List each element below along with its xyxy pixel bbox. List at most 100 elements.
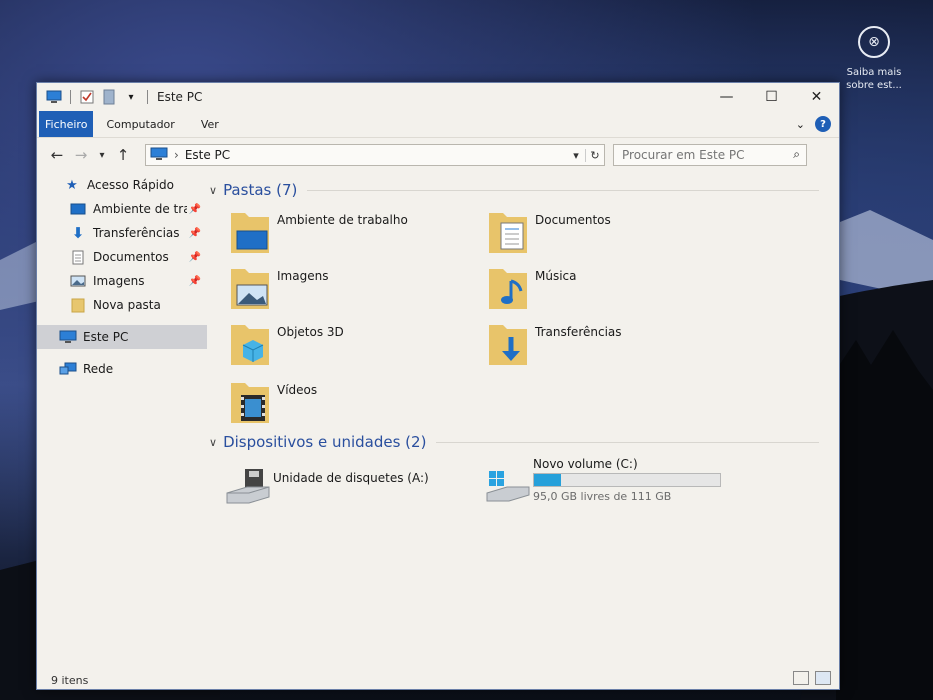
drive-tile-floppy[interactable]: Unidade de disquetes (A:) xyxy=(225,467,429,513)
address-location: Este PC xyxy=(184,148,231,162)
this-pc-icon[interactable] xyxy=(45,89,63,105)
tab-view[interactable]: Ver xyxy=(188,111,232,137)
minimize-button[interactable]: — xyxy=(704,83,749,111)
nav-item-desktop[interactable]: Ambiente de trabalho 📌 xyxy=(37,197,207,221)
details-view-icon[interactable] xyxy=(793,671,809,685)
drive-usage-fill xyxy=(534,474,561,486)
back-arrow-icon[interactable]: ← xyxy=(45,146,69,164)
breadcrumb-chevron-icon[interactable]: › xyxy=(174,148,179,162)
nav-label: Transferências xyxy=(93,226,180,240)
nav-label: Acesso Rápido xyxy=(87,178,174,192)
search-icon[interactable]: ⌕ xyxy=(793,147,800,162)
quick-access-toolbar: ▾ xyxy=(45,89,151,105)
address-bar[interactable]: › Este PC ▾ ↻ xyxy=(145,144,605,166)
desktop-notification[interactable]: ⊗ Saiba mais sobre est... xyxy=(836,26,912,92)
nav-item-this-pc[interactable]: Este PC xyxy=(37,325,207,349)
folder-label: Imagens xyxy=(277,269,329,283)
file-explorer-window: ▾ Este PC — ☐ ✕ Ficheiro Computador Ver … xyxy=(36,82,840,690)
folder-tile-pictures[interactable]: Imagens xyxy=(229,265,328,311)
nav-quick-access[interactable]: ★ Acesso Rápido xyxy=(37,173,207,197)
tab-file[interactable]: Ficheiro xyxy=(39,111,94,137)
collapse-chevron-icon[interactable]: ∨ xyxy=(209,184,217,197)
drive-free-space: 95,0 GB livres de 111 GB xyxy=(533,490,672,503)
pin-icon[interactable]: 📌 xyxy=(189,228,201,239)
drive-label: Novo volume (C:) xyxy=(533,457,638,471)
group-divider xyxy=(436,441,819,443)
folder-tile-desktop[interactable]: Ambiente de trabalho xyxy=(229,209,408,255)
drive-tile-c[interactable]: Novo volume (C:) 95,0 GB livres de 111 G… xyxy=(485,457,721,511)
drive-usage-bar xyxy=(533,473,721,487)
floppy-drive-icon xyxy=(225,467,270,513)
folder-tile-downloads[interactable]: Transferências xyxy=(487,321,622,367)
nav-item-network[interactable]: Rede xyxy=(37,357,207,381)
window-title: Este PC xyxy=(157,90,203,104)
group-header-folders[interactable]: ∨ Pastas (7) xyxy=(209,181,819,199)
folder-tile-documents[interactable]: Documentos xyxy=(487,209,611,255)
pictures-icon xyxy=(69,273,87,289)
group-divider xyxy=(307,189,819,191)
content-pane: ∨ Pastas (7) Ambiente de trabalho Docume… xyxy=(207,175,827,655)
navigation-bar: ← → ▾ ↑ › Este PC ▾ ↻ ⌕ xyxy=(37,138,839,172)
large-icons-view-icon[interactable] xyxy=(815,671,831,685)
download-icon: ⬇ xyxy=(71,224,85,242)
ribbon-tabs: Ficheiro Computador Ver ⌄ ? xyxy=(37,111,839,138)
toolbar-separator xyxy=(70,90,71,104)
forward-arrow-icon[interactable]: → xyxy=(69,146,93,164)
view-toggle xyxy=(793,671,831,685)
folder-label: Documentos xyxy=(535,213,611,227)
folder-label: Ambiente de trabalho xyxy=(277,213,408,227)
window-controls: — ☐ ✕ xyxy=(704,83,839,111)
refresh-icon[interactable]: ↻ xyxy=(585,148,604,162)
help-icon[interactable]: ? xyxy=(815,116,831,132)
nav-item-documents[interactable]: Documentos 📌 xyxy=(37,245,207,269)
network-icon xyxy=(59,361,77,377)
folder-tile-music[interactable]: Música xyxy=(487,265,577,311)
desktop-folder-icon xyxy=(229,209,271,255)
folder-tile-videos[interactable]: Vídeos xyxy=(229,379,317,425)
drive-details: Novo volume (C:) 95,0 GB livres de 111 G… xyxy=(533,457,721,503)
documents-folder-icon xyxy=(487,209,529,255)
pin-icon[interactable]: 📌 xyxy=(189,204,201,215)
star-icon: ★ xyxy=(66,177,78,193)
pin-icon[interactable]: 📌 xyxy=(189,276,201,287)
new-folder-icon[interactable] xyxy=(100,89,118,105)
folder-tile-3d-objects[interactable]: Objetos 3D xyxy=(229,321,344,367)
nav-label: Ambiente de trabalho xyxy=(93,202,187,216)
status-item-count: 9 itens xyxy=(51,674,89,687)
videos-folder-icon xyxy=(229,379,271,425)
expand-ribbon-chevron-icon[interactable]: ⌄ xyxy=(796,118,805,131)
folder-label: Transferências xyxy=(535,325,622,339)
notification-text: Saiba mais sobre est... xyxy=(846,67,902,91)
nav-item-pictures[interactable]: Imagens 📌 xyxy=(37,269,207,293)
collapse-chevron-icon[interactable]: ∨ xyxy=(209,436,217,449)
folder-label: Objetos 3D xyxy=(277,325,344,339)
recent-locations-chevron-icon[interactable]: ▾ xyxy=(93,150,111,161)
nav-label: Este PC xyxy=(83,330,129,344)
up-arrow-icon[interactable]: ↑ xyxy=(111,146,135,164)
maximize-button[interactable]: ☐ xyxy=(749,83,794,111)
music-folder-icon xyxy=(487,265,529,311)
downloads-folder-icon xyxy=(487,321,529,367)
this-pc-icon xyxy=(150,147,168,164)
address-history-chevron-icon[interactable]: ▾ xyxy=(567,149,585,162)
nav-item-new-folder[interactable]: Nova pasta xyxy=(37,293,207,317)
ribbon-right-controls: ⌄ ? xyxy=(796,116,831,132)
customize-toolbar-chevron-icon[interactable]: ▾ xyxy=(122,89,140,105)
tab-computer[interactable]: Computador xyxy=(93,111,187,137)
system-drive-icon xyxy=(485,465,530,511)
pictures-folder-icon xyxy=(229,265,271,311)
group-title: Pastas (7) xyxy=(223,181,298,199)
pin-icon[interactable]: 📌 xyxy=(189,252,201,263)
nav-label: Documentos xyxy=(93,250,169,264)
folder-label: Vídeos xyxy=(277,383,318,397)
documents-icon xyxy=(69,249,87,265)
close-button[interactable]: ✕ xyxy=(794,83,839,111)
nav-item-downloads[interactable]: ⬇ Transferências 📌 xyxy=(37,221,207,245)
nav-label: Rede xyxy=(83,362,114,376)
search-input[interactable] xyxy=(614,147,784,163)
properties-icon[interactable] xyxy=(78,89,96,105)
search-box[interactable]: ⌕ xyxy=(613,144,807,166)
folder-label: Música xyxy=(535,269,577,283)
group-header-devices[interactable]: ∨ Dispositivos e unidades (2) xyxy=(209,433,819,451)
group-title: Dispositivos e unidades (2) xyxy=(223,433,427,451)
